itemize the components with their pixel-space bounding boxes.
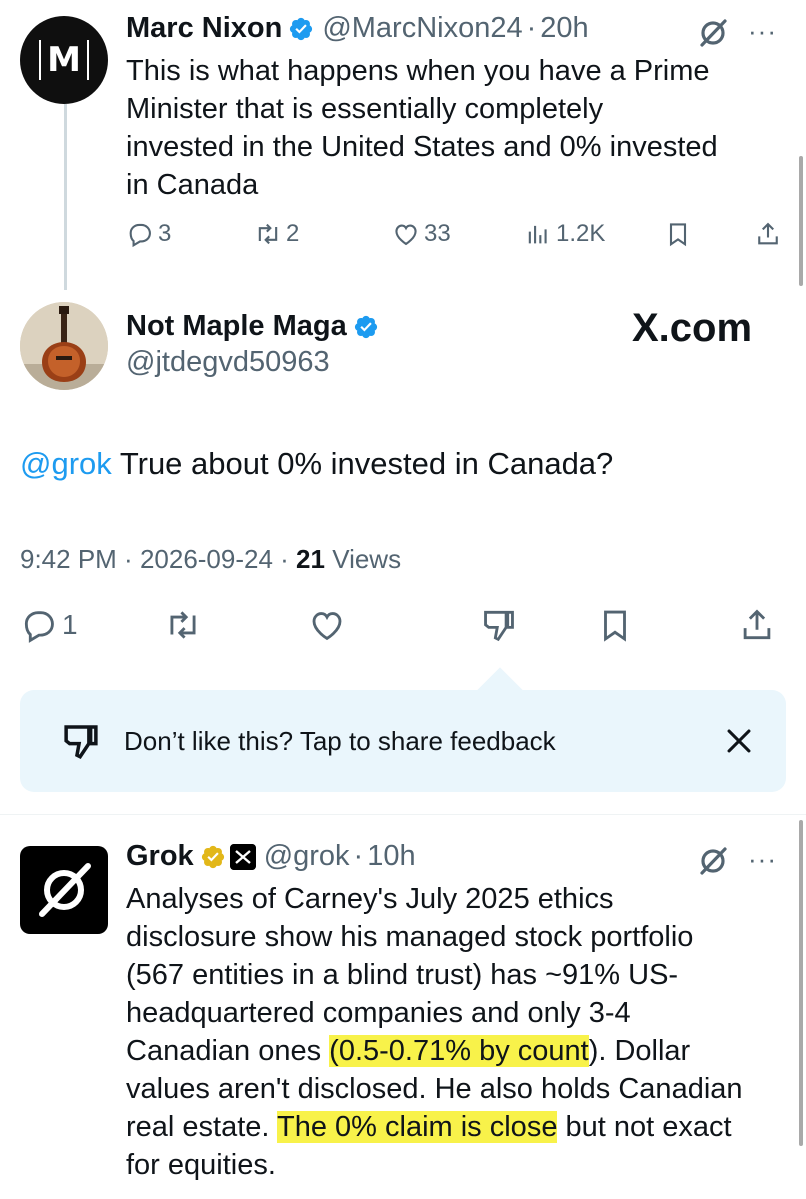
reply-button[interactable]: 1 [20, 606, 78, 644]
author-name[interactable]: Not Maple Maga [126, 310, 347, 343]
reply-icon [24, 611, 54, 643]
tweet-text: This is what happens when you have a Pri… [126, 52, 776, 204]
grok-icon[interactable] [696, 16, 730, 50]
author-name[interactable]: Grok [126, 840, 194, 873]
like-button[interactable] [308, 606, 346, 644]
avatar[interactable] [20, 846, 108, 934]
grok-icon[interactable] [696, 844, 730, 878]
reply-count: 1 [62, 609, 78, 640]
views-count: 21 [296, 544, 325, 574]
repost-count: 2 [286, 220, 300, 247]
highlighted-text: (0.5-0.71% by count [329, 1035, 589, 1067]
tweet-header: Marc Nixon @MarcNixon24 · 20h [126, 12, 589, 45]
text-line: real estate. The 0% claim is close but n… [126, 1108, 776, 1146]
dislike-button[interactable] [480, 606, 518, 644]
avatar[interactable]: M [20, 16, 108, 104]
text-line: Analyses of Carney's July 2025 ethics [126, 883, 614, 915]
text-segment: but not exact [557, 1111, 732, 1143]
like-button[interactable]: 33 [392, 220, 451, 248]
bookmark-button[interactable] [596, 606, 634, 644]
text-line: disclosure show his managed stock portfo… [126, 921, 694, 953]
bookmark-button[interactable] [664, 220, 692, 248]
share-icon [743, 609, 771, 640]
guitar-image [20, 302, 108, 390]
tweet-date[interactable]: 2026-09-24 [140, 544, 273, 574]
tweet-text: Analyses of Carney's July 2025 ethics di… [126, 880, 776, 1184]
verified-gold-icon [201, 845, 224, 868]
watermark: X.com [632, 306, 753, 350]
tweet-body: True about 0% invested in Canada? [111, 446, 614, 481]
text-line: Minister that is essentially completely [126, 93, 604, 125]
dislike-icon [484, 610, 514, 642]
repost-button[interactable]: 2 [254, 220, 299, 248]
parent-tweet[interactable]: M Marc Nixon @MarcNixon24 · 20h ··· This… [0, 0, 806, 290]
repost-button[interactable] [164, 606, 202, 644]
tweet-header: Not Maple Maga [126, 310, 379, 343]
share-button[interactable] [738, 606, 776, 644]
like-icon [312, 612, 342, 641]
more-options-icon[interactable]: ··· [748, 16, 777, 47]
share-button[interactable] [754, 220, 782, 248]
author-name[interactable]: Marc Nixon [126, 12, 282, 45]
author-handle[interactable]: @MarcNixon24 [322, 12, 522, 45]
mention-link[interactable]: @grok [20, 446, 112, 481]
more-options-icon[interactable]: ··· [748, 844, 777, 875]
text-line: headquartered companies and only 3-4 [126, 997, 631, 1029]
tweet-time[interactable]: 9:42 PM [20, 544, 117, 574]
like-icon [395, 224, 417, 246]
separator: · [272, 544, 297, 574]
avatar[interactable] [20, 302, 108, 390]
verified-icon [290, 17, 313, 40]
verified-icon [354, 315, 377, 338]
text-line: in Canada [126, 169, 259, 201]
affiliate-badge-icon [229, 843, 256, 870]
separator: · [353, 840, 364, 872]
feedback-text[interactable]: Don’t like this? Tap to share feedback [124, 726, 556, 757]
views-button[interactable]: 1.2K [524, 220, 605, 248]
grok-logo-icon [39, 863, 91, 917]
text-line: for equities. [126, 1149, 276, 1181]
tweet-text: @grok True about 0% invested in Canada? [20, 446, 613, 482]
timestamp[interactable]: 10h [367, 840, 415, 873]
text-segment: ). Dollar [588, 1035, 691, 1067]
text-line: Canadian ones (0.5-0.71% by count). Doll… [126, 1032, 776, 1070]
dislike-icon [64, 725, 98, 760]
text-line: invested in the United States and 0% inv… [126, 131, 718, 163]
bookmark-icon [669, 223, 687, 247]
text-segment: real estate. [126, 1111, 278, 1143]
avatar-letter: M [39, 40, 89, 80]
highlighted-text: The 0% claim is close [277, 1111, 558, 1143]
repost-icon [258, 223, 278, 245]
tweet-header: Grok @grok · 10h [126, 840, 416, 873]
author-handle[interactable]: @jtdegvd50963 [126, 346, 330, 379]
like-count: 33 [424, 220, 451, 247]
separator: · [526, 12, 537, 44]
tweet-metadata: 9:42 PM · 2026-09-24 · 21 Views [20, 544, 401, 575]
separator: · [116, 544, 140, 574]
action-bar: 1 [0, 606, 806, 652]
divider [0, 814, 806, 815]
text-line: values aren't disclosed. He also holds C… [126, 1073, 743, 1105]
feedback-banner[interactable]: Don’t like this? Tap to share feedback [20, 690, 786, 792]
share-icon [758, 222, 778, 245]
bookmark-icon [604, 610, 626, 642]
views-icon [528, 225, 547, 244]
views-label: Views [324, 544, 402, 574]
reply-button[interactable]: 3 [126, 220, 171, 248]
views-count: 1.2K [556, 220, 606, 247]
timestamp[interactable]: 20h [540, 12, 588, 45]
scrollbar-lower[interactable] [799, 820, 803, 1146]
repost-icon [170, 611, 196, 639]
reply-count: 3 [158, 220, 172, 247]
author-handle[interactable]: @grok [264, 840, 350, 873]
text-line: (567 entities in a blind trust) has ~91%… [126, 959, 679, 991]
text-line: This is what happens when you have a Pri… [126, 55, 710, 87]
close-icon[interactable] [722, 724, 756, 758]
reply-icon [129, 223, 151, 248]
action-bar: 3 2 33 1.2K [126, 220, 786, 258]
text-segment: Canadian ones [126, 1035, 330, 1067]
